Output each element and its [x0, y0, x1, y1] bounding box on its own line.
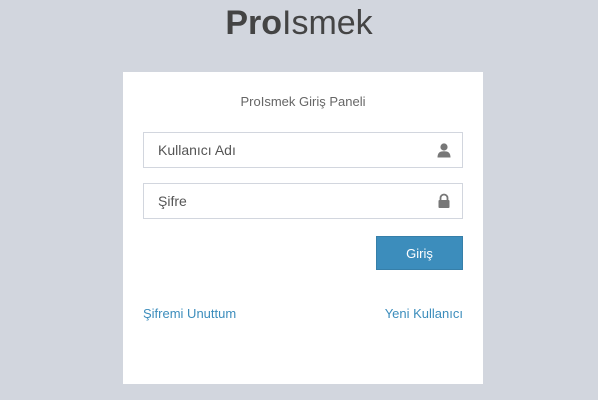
logo-bold-text: Pro — [225, 4, 282, 42]
login-box: ProIsmek Giriş Paneli Giriş Şifremi Unut… — [123, 72, 483, 384]
password-input[interactable] — [144, 184, 428, 218]
logo-light-text: Ismek — [282, 4, 373, 42]
lock-icon — [436, 193, 452, 209]
password-field-wrapper — [143, 183, 463, 219]
username-input[interactable] — [144, 133, 428, 167]
forgot-password-link[interactable]: Şifremi Unuttum — [143, 306, 236, 321]
login-box-title: ProIsmek Giriş Paneli — [240, 94, 366, 109]
new-user-link[interactable]: Yeni Kullanıcı — [385, 306, 463, 321]
app-logo: ProIsmek — [0, 2, 598, 44]
username-field-wrapper — [143, 132, 463, 168]
user-icon — [436, 142, 452, 158]
login-button[interactable]: Giriş — [376, 236, 463, 270]
